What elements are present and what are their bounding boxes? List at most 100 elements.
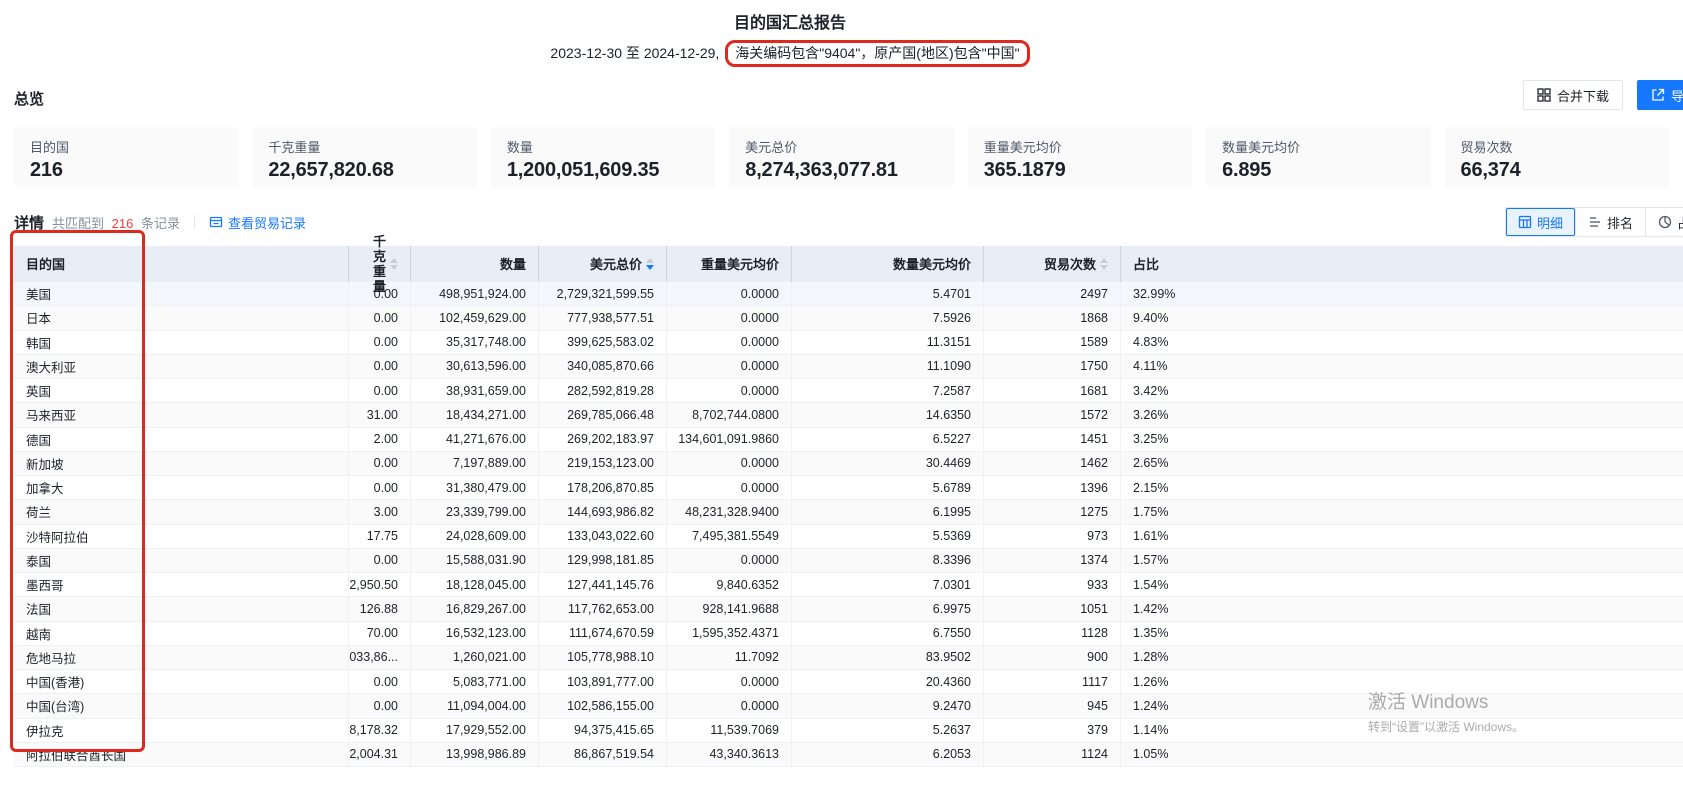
table-cell: 1275 bbox=[983, 500, 1120, 523]
sort-icon[interactable] bbox=[390, 258, 398, 270]
table-row[interactable]: 越南70.0016,532,123.00111,674,670.591,595,… bbox=[14, 622, 1683, 646]
table-row[interactable]: 美国0.00498,951,924.002,729,321,599.550.00… bbox=[14, 282, 1683, 306]
stat-card-label: 重量美元均价 bbox=[984, 137, 1176, 156]
table-cell: 94,375,415.65 bbox=[538, 719, 666, 742]
stat-card: 美元总价8,274,363,077.81 bbox=[729, 127, 953, 187]
table-cell: 900 bbox=[983, 646, 1120, 669]
table-cell: 6.1995 bbox=[791, 500, 983, 523]
table-cell: 6.5227 bbox=[791, 428, 983, 451]
table-cell: 17.75 bbox=[348, 525, 410, 548]
country-cell: 新加坡 bbox=[14, 452, 348, 475]
table-row[interactable]: 墨西哥12,950.5018,128,045.00127,441,145.769… bbox=[14, 573, 1683, 597]
column-header: 占比 bbox=[1120, 246, 1683, 282]
table-row[interactable]: 马来西亚31.0018,434,271.00269,785,066.488,70… bbox=[14, 403, 1683, 427]
country-cell: 越南 bbox=[14, 622, 348, 645]
table-row[interactable]: 阿拉伯联合酋长国2,004.3113,998,986.8986,867,519.… bbox=[14, 743, 1683, 767]
table-cell: 20.4360 bbox=[791, 670, 983, 693]
table-cell: 103,891,777.00 bbox=[538, 670, 666, 693]
table-cell: 12,950.50 bbox=[348, 573, 410, 596]
windows-activation-watermark: 激活 Windows 转到“设置”以激活 Windows。 bbox=[1368, 687, 1524, 735]
table-cell: 9,840.6352 bbox=[666, 573, 791, 596]
table-row[interactable]: 英国0.0038,931,659.00282,592,819.280.00007… bbox=[14, 379, 1683, 403]
merge-download-button[interactable]: 合并下载 bbox=[1523, 80, 1623, 110]
table-cell: 0.00 bbox=[348, 670, 410, 693]
column-header-label: 贸易次数 bbox=[1044, 257, 1096, 272]
tab-share[interactable]: 占比 bbox=[1645, 208, 1683, 236]
table-cell: 126.88 bbox=[348, 597, 410, 620]
tab-rank[interactable]: 排名 bbox=[1575, 208, 1645, 236]
view-mode-tabs: 明细排名 占比 bbox=[1505, 207, 1683, 237]
table-cell: 16,532,123.00 bbox=[410, 622, 538, 645]
matched-suffix: 条记录 bbox=[141, 216, 180, 231]
sort-icon[interactable] bbox=[1100, 258, 1108, 270]
country-cell: 德国 bbox=[14, 428, 348, 451]
table-cell: 86,867,519.54 bbox=[538, 743, 666, 766]
table-cell: 102,459,629.00 bbox=[410, 306, 538, 329]
column-header[interactable]: 美元总价 bbox=[538, 246, 666, 282]
column-header-label: 数量 bbox=[500, 257, 526, 272]
table-row[interactable]: 韩国0.0035,317,748.00399,625,583.020.00001… bbox=[14, 331, 1683, 355]
table-cell: 11.7092 bbox=[666, 646, 791, 669]
table-cell: 0.00 bbox=[348, 355, 410, 378]
table-cell: 3.00 bbox=[348, 500, 410, 523]
table-row[interactable]: 澳大利亚0.0030,613,596.00340,085,870.660.000… bbox=[14, 355, 1683, 379]
table-cell: 0.0000 bbox=[666, 306, 791, 329]
stat-card-value: 66,374 bbox=[1461, 159, 1653, 182]
table-cell: 1.61% bbox=[1120, 525, 1683, 548]
tab-label: 占比 bbox=[1677, 213, 1683, 232]
table-cell: 8,178.32 bbox=[348, 719, 410, 742]
table-row[interactable]: 新加坡0.007,197,889.00219,153,123.000.00003… bbox=[14, 452, 1683, 476]
table-cell: 4.11% bbox=[1120, 355, 1683, 378]
table-cell: 0.0000 bbox=[666, 694, 791, 717]
table-cell: 15,588,031.90 bbox=[410, 549, 538, 572]
table-cell: 9.2470 bbox=[791, 694, 983, 717]
table-cell: 0.00 bbox=[348, 694, 410, 717]
detail-title: 详情 bbox=[14, 212, 44, 233]
table-row[interactable]: 德国2.0041,271,676.00269,202,183.97134,601… bbox=[14, 428, 1683, 452]
table-cell: 2,004.31 bbox=[348, 743, 410, 766]
date-range: 2023-12-30 至 2024-12-29, bbox=[550, 45, 719, 61]
table-cell: 1572 bbox=[983, 403, 1120, 426]
stat-card-value: 6.895 bbox=[1222, 159, 1414, 182]
table-cell: 399,625,583.02 bbox=[538, 331, 666, 354]
table-cell: 43,340.3613 bbox=[666, 743, 791, 766]
table-cell: 129,998,181.85 bbox=[538, 549, 666, 572]
table-cell: 1681 bbox=[983, 379, 1120, 402]
table-cell: 219,153,123.00 bbox=[538, 452, 666, 475]
stat-card: 贸易次数66,374 bbox=[1445, 127, 1669, 187]
table-cell: 0.00 bbox=[348, 549, 410, 572]
column-header-label: 美元总价 bbox=[590, 257, 642, 272]
export-label: 导出 bbox=[1671, 86, 1683, 105]
table-row[interactable]: 沙特阿拉伯17.7524,028,609.00133,043,022.607,4… bbox=[14, 525, 1683, 549]
table-row[interactable]: 荷兰3.0023,339,799.00144,693,986.8248,231,… bbox=[14, 500, 1683, 524]
table-row[interactable]: 危地马拉9,033,86...1,260,021.00105,778,988.1… bbox=[14, 646, 1683, 670]
table-cell: 1.75% bbox=[1120, 500, 1683, 523]
table-row[interactable]: 加拿大0.0031,380,479.00178,206,870.850.0000… bbox=[14, 476, 1683, 500]
view-trade-records-link[interactable]: 查看贸易记录 bbox=[209, 213, 306, 232]
stat-card: 数量1,200,051,609.35 bbox=[491, 127, 715, 187]
table-cell: 2.15% bbox=[1120, 476, 1683, 499]
table-row[interactable]: 泰国0.0015,588,031.90129,998,181.850.00008… bbox=[14, 549, 1683, 573]
table-cell: 269,202,183.97 bbox=[538, 428, 666, 451]
sort-icon[interactable] bbox=[646, 258, 654, 270]
table-row[interactable]: 法国126.8816,829,267.00117,762,653.00928,1… bbox=[14, 597, 1683, 621]
table-cell: 6.9975 bbox=[791, 597, 983, 620]
table-cell: 0.00 bbox=[348, 306, 410, 329]
table-cell: 340,085,870.66 bbox=[538, 355, 666, 378]
country-cell: 澳大利亚 bbox=[14, 355, 348, 378]
table-cell: 14.6350 bbox=[791, 403, 983, 426]
export-button[interactable]: 导出 bbox=[1637, 80, 1683, 110]
table-cell: 48,231,328.9400 bbox=[666, 500, 791, 523]
column-header[interactable]: 贸易次数 bbox=[983, 246, 1120, 282]
tab-detail[interactable]: 明细 bbox=[1506, 208, 1575, 236]
table-cell: 0.0000 bbox=[666, 379, 791, 402]
table-cell: 7.2587 bbox=[791, 379, 983, 402]
column-header[interactable]: 千克重量 bbox=[348, 246, 410, 282]
merge-download-label: 合并下载 bbox=[1557, 86, 1609, 105]
column-header-label: 目的国 bbox=[26, 257, 65, 272]
table-row[interactable]: 日本0.00102,459,629.00777,938,577.510.0000… bbox=[14, 306, 1683, 330]
table-cell: 1396 bbox=[983, 476, 1120, 499]
table-cell: 1.42% bbox=[1120, 597, 1683, 620]
table-cell: 5,083,771.00 bbox=[410, 670, 538, 693]
table-cell: 17,929,552.00 bbox=[410, 719, 538, 742]
